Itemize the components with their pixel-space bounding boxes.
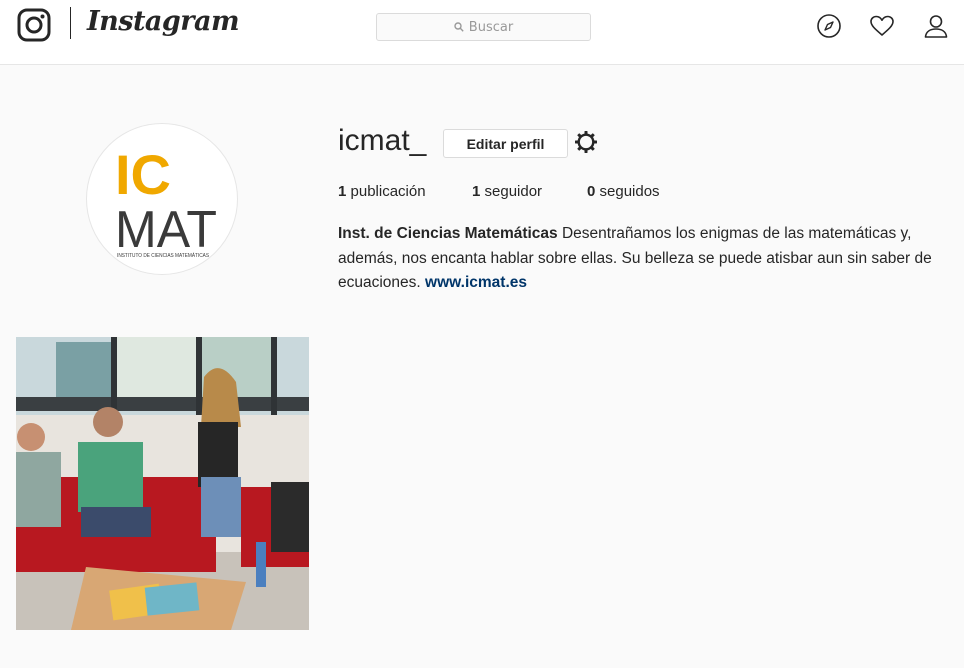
stat-followers[interactable]: 1 seguidor	[472, 183, 542, 200]
search-placeholder: Buscar	[468, 19, 514, 35]
icmat-logo: IC MAT INSTITUTO DE CIENCIAS MATEMÁTICAS	[115, 143, 217, 259]
logo-ic: IC	[115, 143, 171, 206]
edit-profile-button[interactable]: Editar perfil	[443, 129, 568, 158]
search-input[interactable]: Buscar	[376, 13, 591, 41]
bio-full-name: Inst. de Ciencias Matemáticas	[338, 225, 558, 242]
posts-label: publicación	[350, 183, 426, 200]
followers-label: seguidor	[484, 183, 543, 200]
followers-count: 1	[472, 183, 481, 200]
bio-website-link[interactable]: www.icmat.es	[425, 274, 527, 291]
nav-divider	[70, 7, 71, 39]
logo-mat: MAT	[115, 201, 217, 259]
gear-icon[interactable]	[574, 130, 598, 154]
following-label: seguidos	[599, 183, 660, 200]
search-icon	[454, 22, 464, 32]
logo-tagline: INSTITUTO DE CIENCIAS MATEMÁTICAS	[117, 252, 210, 259]
top-nav: Instagram Buscar	[0, 0, 964, 65]
instagram-wordmark[interactable]: Instagram	[87, 6, 240, 37]
post-photo	[16, 337, 309, 630]
user-icon[interactable]	[923, 13, 949, 39]
instagram-logo-icon[interactable]	[17, 8, 51, 42]
posts-count: 1	[338, 183, 347, 200]
explore-compass-icon[interactable]	[816, 13, 842, 39]
profile-avatar[interactable]: IC MAT INSTITUTO DE CIENCIAS MATEMÁTICAS	[86, 123, 238, 275]
heart-icon[interactable]	[869, 13, 895, 39]
following-count: 0	[587, 183, 596, 200]
post-thumbnail[interactable]	[16, 337, 309, 630]
stat-posts: 1 publicación	[338, 183, 426, 200]
profile-bio: Inst. de Ciencias Matemáticas Desentraña…	[338, 222, 943, 296]
stat-following[interactable]: 0 seguidos	[587, 183, 660, 200]
profile-username: icmat_	[338, 124, 427, 157]
